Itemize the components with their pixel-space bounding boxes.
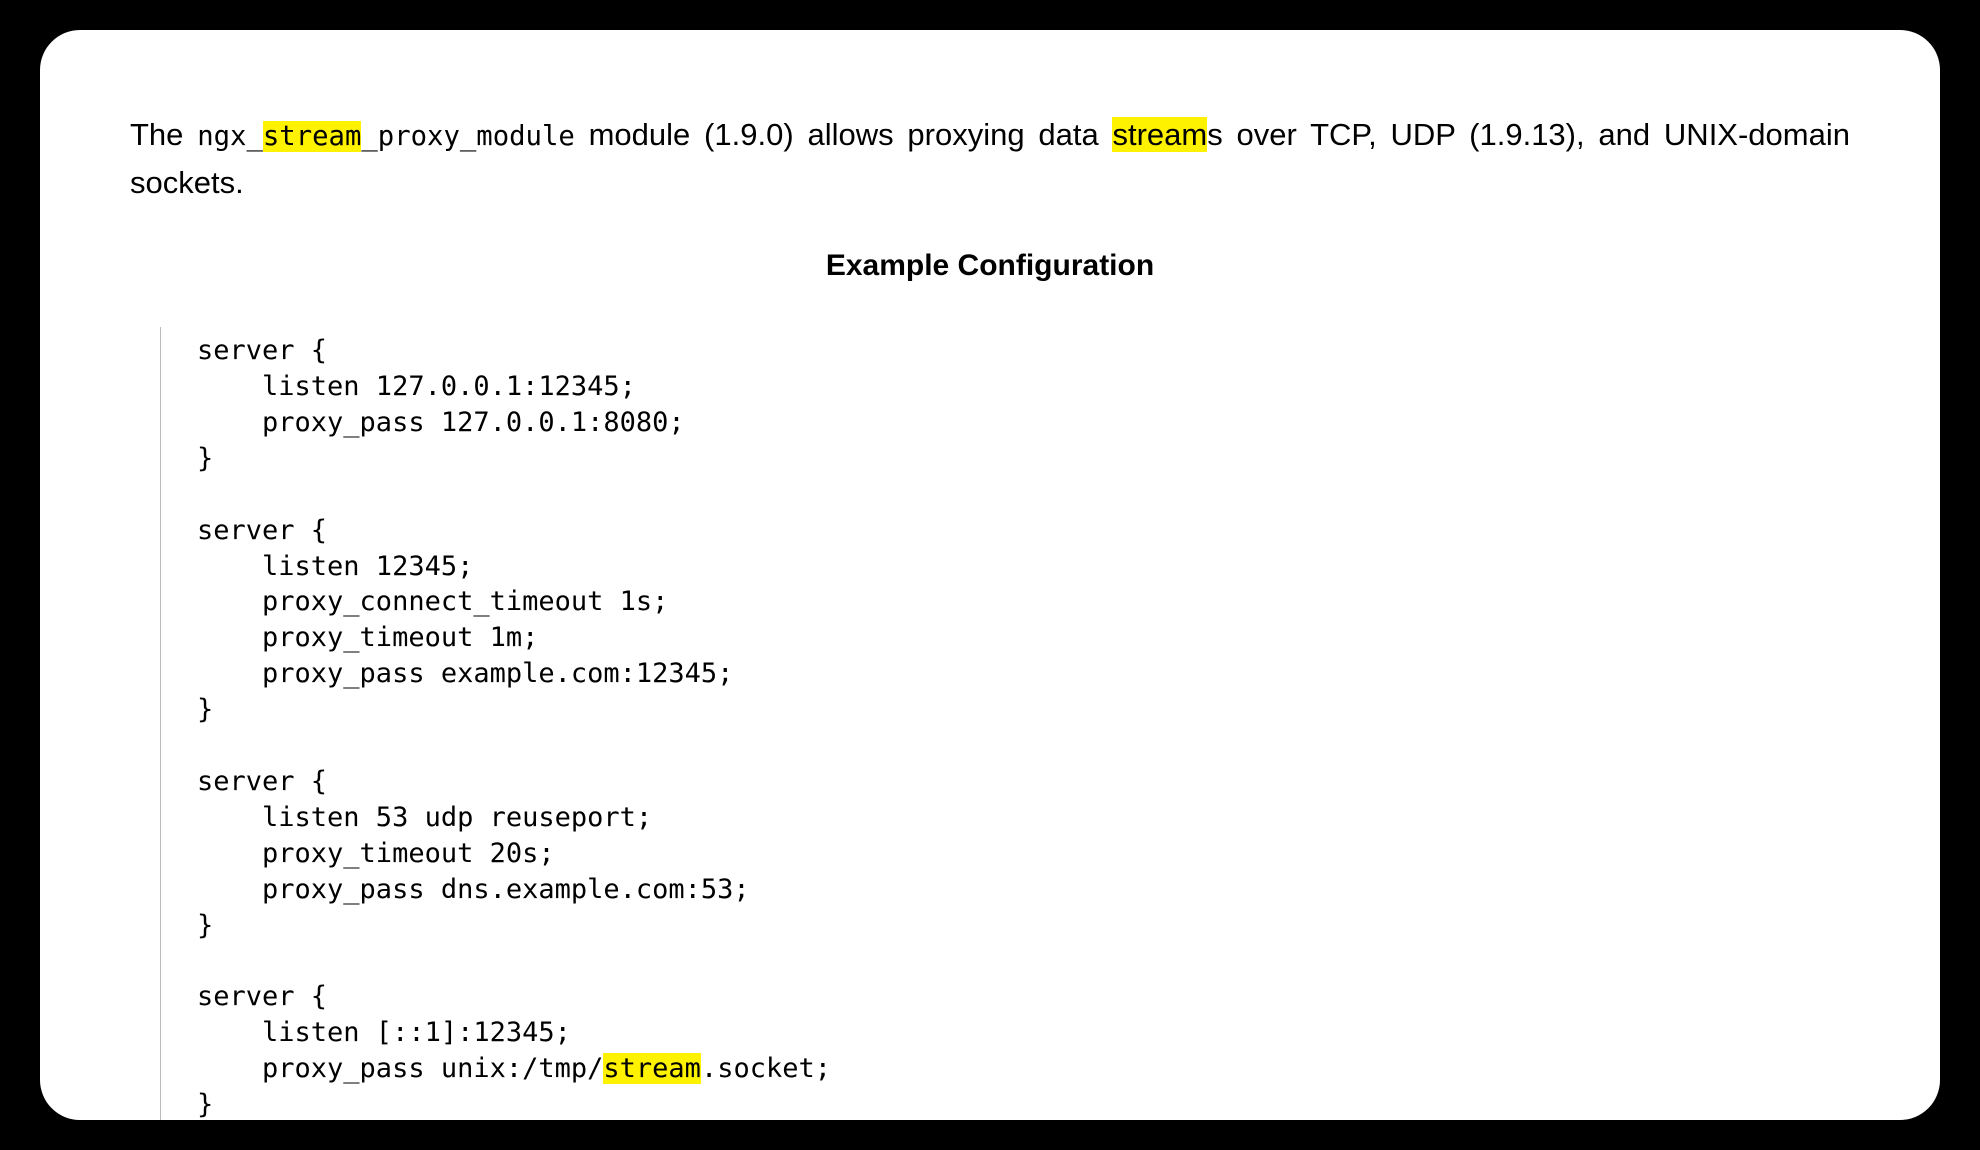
module-name-pre: ngx_: [197, 121, 263, 152]
code-line: proxy_pass dns.example.com:53;: [197, 874, 750, 905]
code-line: server {: [197, 515, 327, 546]
intro-text: The: [130, 117, 197, 152]
stream-highlight: stream: [1112, 117, 1207, 152]
code-line: }: [197, 910, 213, 941]
code-line: listen 127.0.0.1:12345;: [197, 371, 636, 402]
code-line: proxy_connect_timeout 1s;: [197, 586, 668, 617]
section-title: Example Configuration: [130, 249, 1850, 283]
code-line: listen 53 udp reuseport;: [197, 802, 652, 833]
code-line: proxy_timeout 1m;: [197, 622, 538, 653]
example-code-block: server { listen 127.0.0.1:12345; proxy_p…: [160, 327, 1850, 1120]
module-name-post: _proxy_module: [361, 121, 574, 152]
code-line: listen 12345;: [197, 551, 473, 582]
code-line: proxy_timeout 20s;: [197, 838, 555, 869]
intro-text: module (1.9.0) allows proxying data: [575, 117, 1113, 152]
code-line: server {: [197, 335, 327, 366]
module-name: ngx_stream_proxy_module: [197, 121, 575, 152]
code-line: proxy_pass example.com:12345;: [197, 658, 733, 689]
code-text: proxy_pass unix:/tmp/: [197, 1053, 603, 1084]
code-line: proxy_pass 127.0.0.1:8080;: [197, 407, 685, 438]
document-card: The ngx_stream_proxy_module module (1.9.…: [40, 30, 1940, 1120]
code-text: .socket;: [701, 1053, 831, 1084]
code-line: }: [197, 694, 213, 725]
code-line: }: [197, 1089, 213, 1120]
code-line: server {: [197, 981, 327, 1012]
code-line: listen [::1]:12345;: [197, 1017, 571, 1048]
code-line: proxy_pass unix:/tmp/stream.socket;: [197, 1053, 831, 1084]
code-line: }: [197, 443, 213, 474]
intro-paragraph: The ngx_stream_proxy_module module (1.9.…: [130, 111, 1850, 207]
module-name-highlight: stream: [263, 121, 362, 152]
code-line: server {: [197, 766, 327, 797]
code-highlight: stream: [603, 1053, 701, 1084]
